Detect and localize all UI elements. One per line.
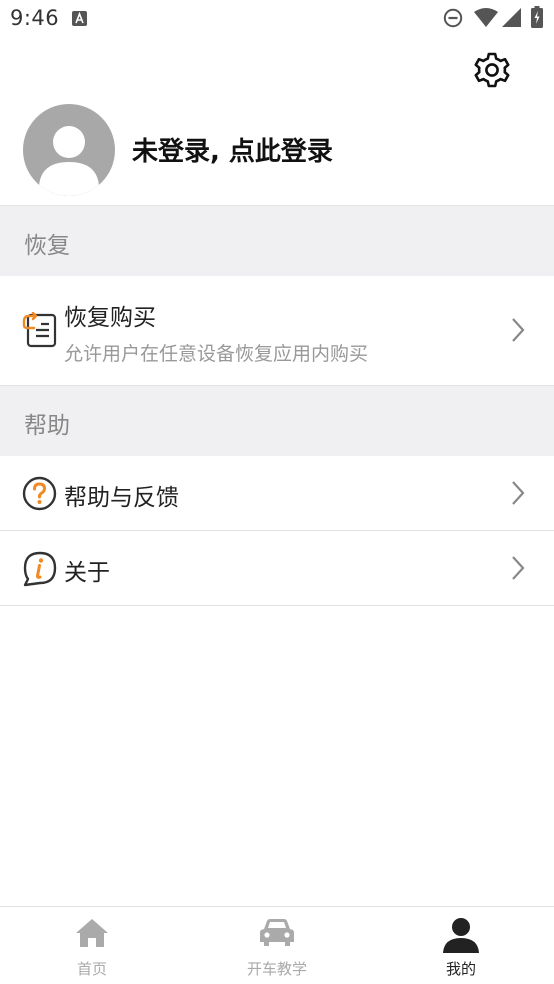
nav-home[interactable]: 首页	[0, 907, 184, 984]
chevron-right-icon	[512, 556, 525, 580]
restore-purchase-icon	[22, 312, 57, 348]
section-title: 帮助	[24, 413, 70, 439]
nav-label: 开车教学	[246, 960, 307, 978]
chevron-right-icon	[512, 318, 525, 342]
person-icon	[443, 918, 479, 953]
section-title: 恢复	[24, 233, 70, 259]
section-header-help: 帮助	[0, 386, 554, 456]
home-icon	[76, 919, 108, 947]
help-feedback-item[interactable]: 帮助与反馈	[0, 456, 554, 530]
row-title: 帮助与反馈	[64, 485, 179, 511]
nav-driving-lessons[interactable]: 开车教学	[185, 907, 369, 984]
row-title: 关于	[64, 560, 110, 586]
battery-charging-icon	[531, 6, 543, 28]
gear-icon[interactable]	[472, 50, 512, 90]
status-bar: 9:46	[0, 0, 554, 38]
wifi-icon	[474, 8, 498, 27]
bottom-nav: 首页 开车教学 我的	[0, 906, 554, 984]
about-item[interactable]: 关于	[0, 531, 554, 605]
row-subtitle: 允许用户在任意设备恢复应用内购买	[64, 343, 369, 365]
notification-a-icon	[72, 11, 87, 26]
nav-label: 我的	[445, 960, 476, 978]
car-icon	[260, 919, 294, 946]
info-bubble-icon	[23, 551, 57, 587]
row-title: 恢复购买	[64, 305, 156, 331]
chevron-right-icon	[512, 481, 525, 505]
question-circle-icon	[22, 476, 57, 511]
profile-login-row[interactable]: 未登录, 点此登录	[0, 98, 554, 205]
status-time: 9:46	[10, 6, 60, 30]
my-profile-screen: 9:46 未登录, 点此登录 恢复 恢复购买 允许用户在任意设备恢复应用内购买 …	[0, 0, 554, 984]
restore-purchase-item[interactable]: 恢复购买 允许用户在任意设备恢复应用内购买	[0, 276, 554, 385]
default-avatar-icon	[23, 104, 115, 196]
login-prompt[interactable]: 未登录, 点此登录	[132, 131, 333, 168]
nav-label: 首页	[76, 960, 107, 978]
nav-mine[interactable]: 我的	[369, 907, 553, 984]
section-header-restore: 恢复	[0, 206, 554, 276]
do-not-disturb-icon	[443, 8, 463, 28]
divider	[0, 605, 554, 606]
cell-signal-icon	[502, 8, 521, 27]
